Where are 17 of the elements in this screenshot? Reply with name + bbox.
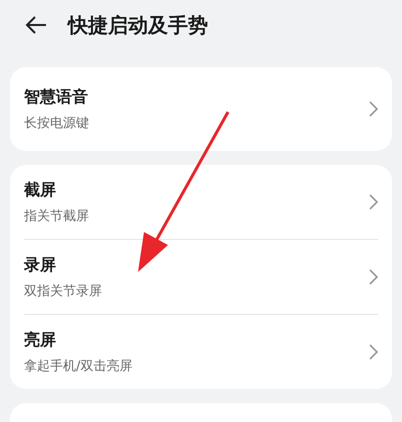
chevron-right-icon [369, 194, 378, 210]
row-subtitle: 长按电源键 [24, 114, 89, 132]
chevron-right-icon [369, 101, 378, 117]
back-arrow-icon[interactable] [24, 15, 48, 35]
settings-row[interactable]: 智慧语音 长按电源键 [24, 67, 378, 151]
row-subtitle: 指关节截屏 [24, 208, 89, 224]
chevron-right-icon [369, 344, 378, 360]
settings-row[interactable]: 亮屏 拿起手机/双击亮屏 [24, 314, 378, 389]
row-title: 亮屏 [24, 330, 56, 350]
row-subtitle: 拿起手机/双击亮屏 [24, 358, 132, 374]
chevron-right-icon [369, 269, 378, 285]
row-title: 智慧语音 [24, 86, 88, 108]
settings-row[interactable]: 截屏 指关节截屏 [24, 165, 378, 239]
row-title: 截屏 [24, 180, 56, 200]
page-title: 快捷启动及手势 [68, 12, 208, 38]
row-subtitle: 双指关节录屏 [24, 282, 102, 300]
row-title: 录屏 [24, 254, 56, 276]
